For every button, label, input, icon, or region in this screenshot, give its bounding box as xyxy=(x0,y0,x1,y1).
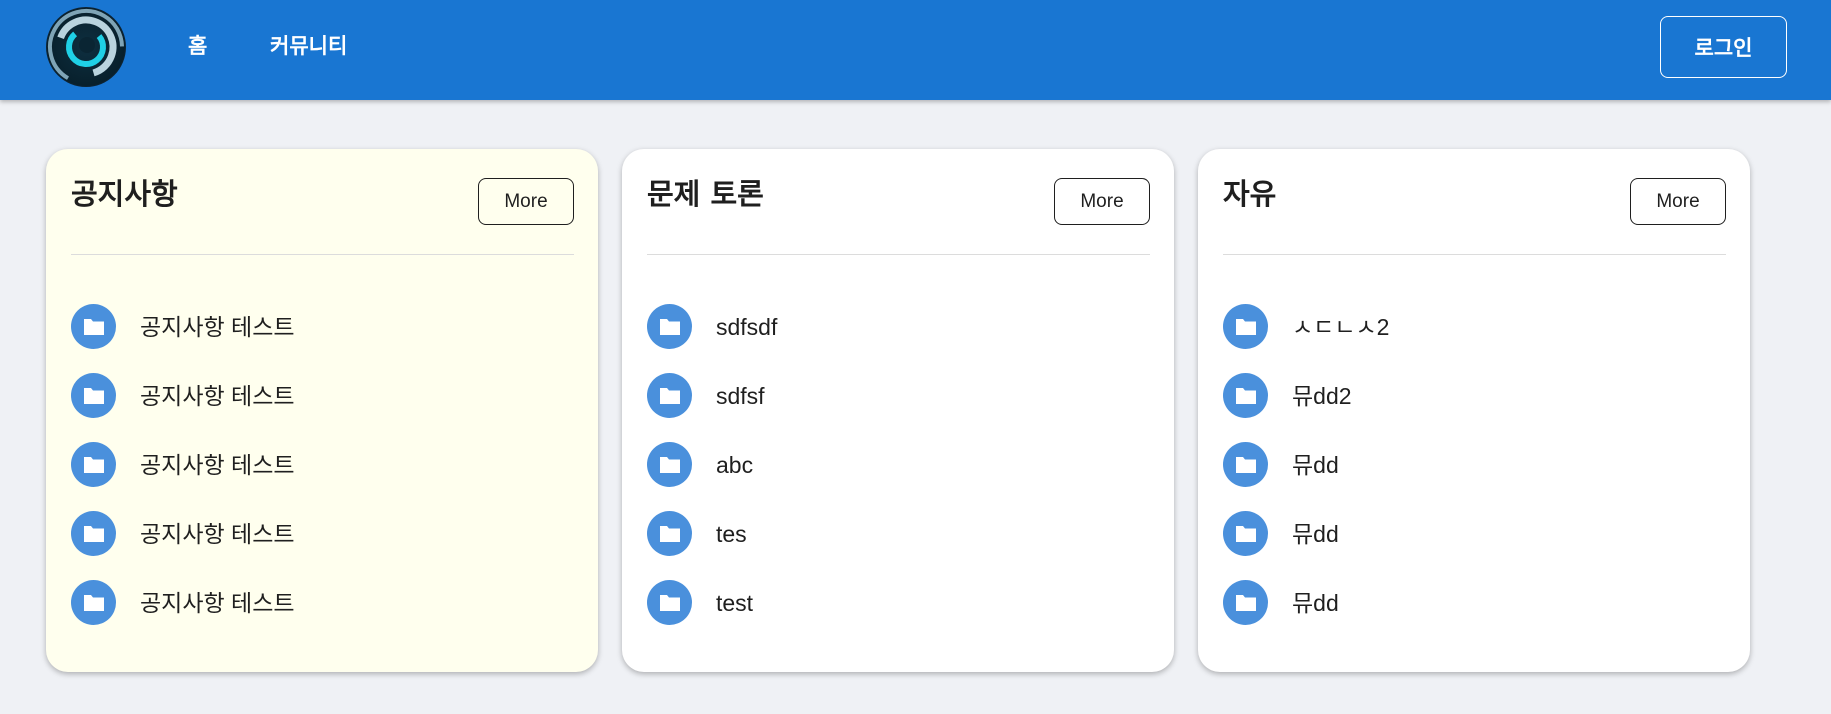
post-item[interactable]: 공지사항 테스트 xyxy=(71,372,574,441)
post-item[interactable]: ㅅㄷㄴㅅ2 xyxy=(1223,303,1726,372)
post-title: 공지사항 테스트 xyxy=(140,520,295,547)
folder-icon xyxy=(1223,304,1268,349)
post-item[interactable]: test xyxy=(647,579,1150,648)
post-item[interactable]: sdfsdf xyxy=(647,303,1150,372)
board-title: 공지사항 xyxy=(71,177,178,211)
board-title: 자유 xyxy=(1223,177,1277,211)
post-item[interactable]: 공지사항 테스트 xyxy=(71,441,574,510)
folder-icon xyxy=(647,304,692,349)
post-title: 공지사항 테스트 xyxy=(140,382,295,409)
folder-icon xyxy=(71,442,116,487)
app-bar: 홈 커뮤니티 로그인 xyxy=(0,0,1831,100)
login-button[interactable]: 로그인 xyxy=(1660,16,1787,78)
folder-icon xyxy=(1223,442,1268,487)
board-card-free: 자유 More ㅅㄷㄴㅅ2 뮤dd2 뮤dd 뮤dd 뮤dd xyxy=(1198,149,1750,672)
post-item[interactable]: 공지사항 테스트 xyxy=(71,579,574,648)
folder-icon xyxy=(71,511,116,556)
post-item[interactable]: 뮤dd xyxy=(1223,510,1726,579)
post-item[interactable]: 공지사항 테스트 xyxy=(71,303,574,372)
post-list: sdfsdf sdfsf abc tes test xyxy=(647,303,1150,648)
post-title: ㅅㄷㄴㅅ2 xyxy=(1292,313,1390,340)
folder-icon xyxy=(647,511,692,556)
folder-icon xyxy=(647,442,692,487)
folder-icon xyxy=(1223,511,1268,556)
post-item[interactable]: sdfsf xyxy=(647,372,1150,441)
board-card-notice: 공지사항 More 공지사항 테스트 공지사항 테스트 공지사항 테스트 공지사… xyxy=(46,149,598,672)
more-button-notice[interactable]: More xyxy=(478,178,574,225)
post-list: 공지사항 테스트 공지사항 테스트 공지사항 테스트 공지사항 테스트 공지사항… xyxy=(71,303,574,648)
post-title: 공지사항 테스트 xyxy=(140,589,295,616)
post-title: 공지사항 테스트 xyxy=(140,451,295,478)
post-title: tes xyxy=(716,520,747,547)
nav-community[interactable]: 커뮤니티 xyxy=(270,32,347,60)
post-item[interactable]: tes xyxy=(647,510,1150,579)
post-item[interactable]: 뮤dd xyxy=(1223,441,1726,510)
post-title: 공지사항 테스트 xyxy=(140,313,295,340)
folder-icon xyxy=(71,373,116,418)
post-list: ㅅㄷㄴㅅ2 뮤dd2 뮤dd 뮤dd 뮤dd xyxy=(1223,303,1726,648)
swirl-logo-icon xyxy=(47,8,125,86)
nav-home[interactable]: 홈 xyxy=(188,32,207,60)
post-title: sdfsf xyxy=(716,382,765,409)
post-item[interactable]: 뮤dd xyxy=(1223,579,1726,648)
more-button-free[interactable]: More xyxy=(1630,178,1726,225)
folder-icon xyxy=(647,373,692,418)
post-title: 뮤dd xyxy=(1292,589,1339,616)
more-button-debate[interactable]: More xyxy=(1054,178,1150,225)
post-title: 뮤dd xyxy=(1292,520,1339,547)
post-title: test xyxy=(716,589,754,616)
post-item[interactable]: 공지사항 테스트 xyxy=(71,510,574,579)
divider xyxy=(647,254,1150,255)
post-title: sdfsdf xyxy=(716,313,778,340)
divider xyxy=(1223,254,1726,255)
site-logo[interactable] xyxy=(46,7,126,87)
post-title: 뮤dd xyxy=(1292,451,1339,478)
board-card-debate: 문제 토론 More sdfsdf sdfsf abc tes test xyxy=(622,149,1174,672)
post-title: abc xyxy=(716,451,754,478)
post-item[interactable]: 뮤dd2 xyxy=(1223,372,1726,441)
folder-icon xyxy=(71,304,116,349)
post-item[interactable]: abc xyxy=(647,441,1150,510)
board-title: 문제 토론 xyxy=(647,177,764,211)
divider xyxy=(71,254,574,255)
folder-icon xyxy=(1223,373,1268,418)
folder-icon xyxy=(647,580,692,625)
folder-icon xyxy=(71,580,116,625)
post-title: 뮤dd2 xyxy=(1292,382,1352,409)
folder-icon xyxy=(1223,580,1268,625)
